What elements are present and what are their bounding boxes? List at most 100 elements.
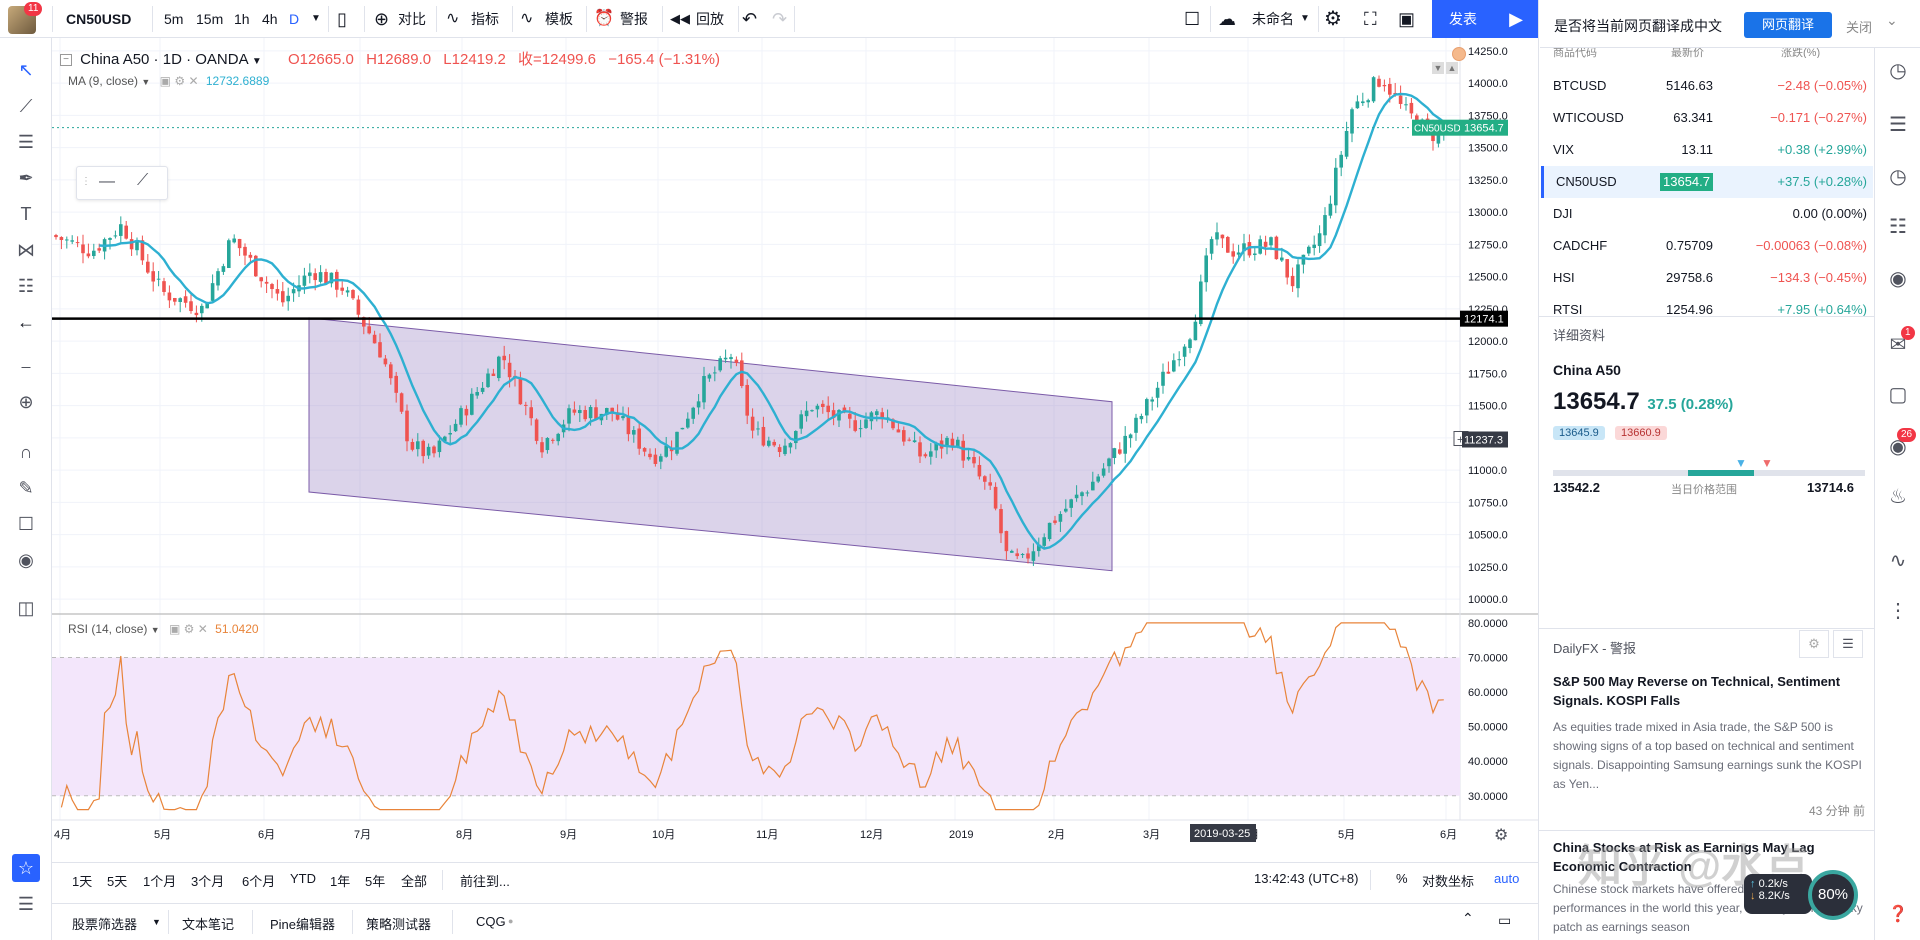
templates-button[interactable]: 模板 xyxy=(545,0,573,38)
watchlist-row[interactable]: RTSI 1254.96 +7.95 (+0.64%) xyxy=(1541,294,1873,318)
magnet-icon[interactable]: ∩ xyxy=(12,438,40,466)
auto-scale-button[interactable]: auto xyxy=(1494,871,1519,886)
watchlist-row[interactable]: BTCUSD 5146.63 −2.48 (−0.05%) xyxy=(1541,70,1873,102)
ma-visibility-icon[interactable]: ▣ xyxy=(160,74,171,88)
layout-name-button[interactable]: 未命名 xyxy=(1252,0,1294,38)
text-icon[interactable]: T xyxy=(12,200,40,228)
replay-icon[interactable]: ◀◀ xyxy=(670,0,690,38)
range-1m[interactable]: 1个月 xyxy=(143,871,176,890)
help-icon[interactable]: ❓ xyxy=(1883,900,1913,930)
rsi-visibility-icon[interactable]: ▣ xyxy=(169,622,180,636)
alert-button[interactable]: 警报 xyxy=(620,0,648,38)
eye-icon[interactable]: ◉ xyxy=(12,546,40,574)
range-6m[interactable]: 6个月 xyxy=(242,871,275,890)
interval-4h[interactable]: 4h xyxy=(262,0,278,38)
range-ytd[interactable]: YTD xyxy=(290,871,316,886)
fullscreen-icon[interactable]: ⛶ xyxy=(1364,0,1377,38)
rsi-label[interactable]: RSI (14, close) xyxy=(68,622,147,636)
watchlist-row[interactable]: CADCHF 0.75709 −0.00063 (−0.08%) xyxy=(1541,230,1873,262)
ma-label[interactable]: MA (9, close) xyxy=(68,74,138,88)
drag-handle-icon[interactable]: ⋮ xyxy=(81,176,91,187)
range-5d[interactable]: 5天 xyxy=(107,871,127,890)
trend-line-icon[interactable]: ⟋ xyxy=(12,92,40,120)
news-list-icon[interactable]: ☰ xyxy=(1833,630,1863,658)
chart-trend-icon[interactable]: ∿ xyxy=(1883,546,1913,576)
watchlist-row[interactable]: VIX 13.11 +0.38 (+2.99%) xyxy=(1541,134,1873,166)
ma-dropdown-icon[interactable]: ▼ xyxy=(141,77,150,87)
tab-text-notes[interactable]: 文本笔记 xyxy=(182,914,234,933)
templates-icon[interactable]: ∿ xyxy=(520,0,533,38)
maximize-panel-icon[interactable]: ▭ xyxy=(1498,912,1511,929)
dots-grid-icon[interactable]: ⋮ xyxy=(1883,596,1913,626)
interval-dropdown-icon[interactable]: ▼ xyxy=(311,0,321,38)
news-item-title[interactable]: S&P 500 May Reverse on Technical, Sentim… xyxy=(1553,672,1865,710)
prediction-icon[interactable]: ☷ xyxy=(12,272,40,300)
clock[interactable]: 13:42:43 (UTC+8) xyxy=(1254,871,1358,886)
brush-icon[interactable]: ✒ xyxy=(12,164,40,192)
settings-icon[interactable]: ⚙ xyxy=(1324,0,1342,38)
ma-remove-icon[interactable]: ✕ xyxy=(188,74,198,88)
camera-icon[interactable]: ▣ xyxy=(1398,0,1415,38)
interval-15m[interactable]: 15m xyxy=(196,0,223,38)
lock-icon[interactable]: ☐ xyxy=(12,510,40,538)
ma-settings-icon[interactable]: ⚙ xyxy=(174,74,185,88)
compare-button[interactable]: 对比 xyxy=(398,0,426,38)
legend-dropdown-icon[interactable]: ▼ xyxy=(252,56,262,67)
interval-d[interactable]: D xyxy=(289,0,299,38)
bell-icon[interactable]: ♨ xyxy=(1883,482,1913,512)
watchlist-row[interactable]: WTICOUSD 63.341 −0.171 (−0.27%) xyxy=(1541,102,1873,134)
back-arrow-icon[interactable]: ← xyxy=(12,308,40,336)
chart-area[interactable]: 14250.0 14000.0 13750.0 13500.0 13250.0 13000… xyxy=(52,38,1538,858)
rsi-settings-icon[interactable]: ⚙ xyxy=(184,622,195,636)
pattern-icon[interactable]: ⋈ xyxy=(12,236,40,264)
status-dot-icon[interactable] xyxy=(1452,47,1466,61)
range-5y[interactable]: 5年 xyxy=(365,871,385,890)
watchlist-row[interactable]: HSI 29758.6 −134.3 (−0.45%) xyxy=(1541,262,1873,294)
publish-button[interactable]: 发表 xyxy=(1432,0,1494,38)
trash-icon[interactable]: ◫ xyxy=(12,594,40,622)
tab-cqg[interactable]: CQG xyxy=(476,914,506,929)
horizontal-line-icon[interactable]: — xyxy=(99,173,115,191)
undo-icon[interactable]: ↶ xyxy=(742,0,757,38)
legend-collapse-icon[interactable]: − xyxy=(60,54,72,67)
translate-button[interactable]: 网页翻译 xyxy=(1744,12,1832,38)
tab-strategy-tester[interactable]: 策略测试器 xyxy=(366,914,431,933)
legend-title[interactable]: China A50 · 1D · OANDA xyxy=(80,51,248,68)
watchlist-row[interactable]: CN50USD 13654.7 +37.5 (+0.28%) xyxy=(1541,166,1873,198)
news-icon[interactable]: ☰ xyxy=(1883,110,1913,140)
fullscreen-layout-icon[interactable]: ☐ xyxy=(1184,0,1200,38)
news-item[interactable]: S&P 500 May Reverse on Technical, Sentim… xyxy=(1553,672,1865,819)
play-icon[interactable]: ▶ xyxy=(1494,0,1538,38)
alert-icon[interactable]: ⏰ xyxy=(594,0,614,38)
interval-1h[interactable]: 1h xyxy=(234,0,250,38)
news-settings-icon[interactable]: ⚙ xyxy=(1799,630,1829,658)
favorites-star-icon[interactable]: ☆ xyxy=(12,854,40,882)
rsi-dropdown-icon[interactable]: ▼ xyxy=(151,625,160,635)
goto-date-button[interactable]: 前往到... xyxy=(460,871,510,890)
rsi-remove-icon[interactable]: ✕ xyxy=(198,622,208,636)
collapse-panel-icon[interactable]: ⌃ xyxy=(1462,910,1474,927)
cursor-icon[interactable]: ↖ xyxy=(12,56,40,84)
replay-button[interactable]: 回放 xyxy=(696,0,724,38)
cpu-gauge[interactable]: 80% xyxy=(1808,870,1858,920)
pencil-lock-icon[interactable]: ✎ xyxy=(12,474,40,502)
pitchfork-icon[interactable]: ☰ xyxy=(12,128,40,156)
calendar-clock-icon[interactable]: ◷ xyxy=(1883,162,1913,192)
symbol-search-button[interactable]: CN50USD xyxy=(66,0,131,38)
range-1d[interactable]: 1天 xyxy=(72,871,92,890)
tab-pine-editor[interactable]: Pine编辑器 xyxy=(270,914,335,933)
layout-dropdown-icon[interactable]: ▼ xyxy=(1300,0,1310,38)
indicators-button[interactable]: 指标 xyxy=(471,0,499,38)
compare-icon[interactable]: ⊕ xyxy=(374,0,389,38)
range-3m[interactable]: 3个月 xyxy=(191,871,224,890)
percent-scale-button[interactable]: % xyxy=(1396,871,1408,886)
layers-icon[interactable]: ☰ xyxy=(12,890,40,918)
log-scale-button[interactable]: 对数坐标 xyxy=(1422,871,1474,890)
trend-line-tool-icon[interactable]: ⟋ xyxy=(137,172,148,190)
pane-maximize-icon[interactable]: ▲ xyxy=(1446,62,1458,74)
candle-type-icon[interactable]: ▯ xyxy=(337,0,347,38)
cloud-icon[interactable]: ☁ xyxy=(1218,0,1236,38)
translate-close-button[interactable]: 关闭 xyxy=(1846,17,1872,36)
range-all[interactable]: 全部 xyxy=(401,871,427,890)
redo-icon[interactable]: ↷ xyxy=(772,0,787,38)
